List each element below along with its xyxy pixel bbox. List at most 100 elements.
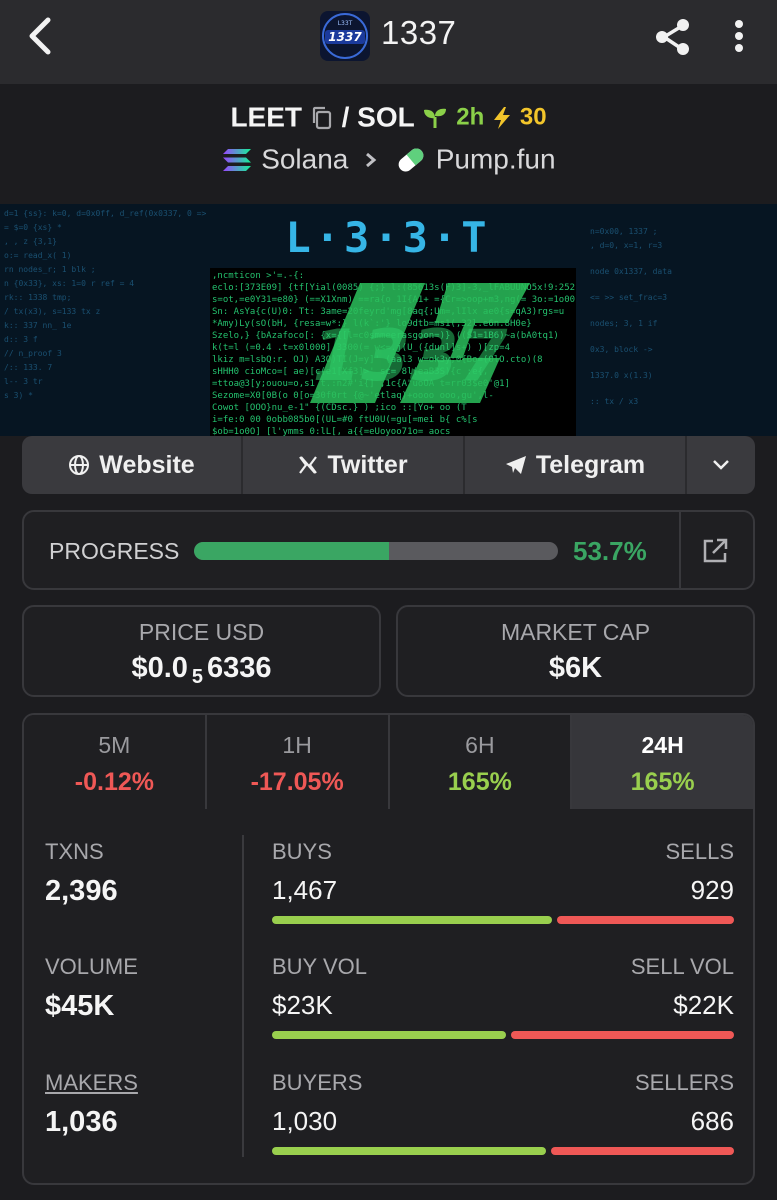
svg-text:,ncmticon >'=.-{:: ,ncmticon >'=.-{: xyxy=(212,271,304,281)
telegram-button[interactable]: Telegram xyxy=(465,436,687,494)
telegram-label: Telegram xyxy=(535,450,646,479)
svg-text:i=fe:0 00 0obb085b0[(UL=#0 ft: i=fe:0 00 0obb085b0[(UL=#0 ftU0U(=gu[=me… xyxy=(212,415,478,425)
price-change: -0.12% xyxy=(74,768,154,796)
tab-24h[interactable]: 24H 165% xyxy=(572,715,753,809)
tab-6h[interactable]: 6H 165% xyxy=(389,715,573,809)
makers-stat[interactable]: MAKERS 1,036 xyxy=(45,1070,138,1139)
chain-breadcrumb: Solana Pump.fun xyxy=(0,142,777,182)
tab-1h[interactable]: 1H -17.05% xyxy=(206,715,390,809)
expand-socials-button[interactable] xyxy=(687,436,755,494)
sell-vol-value: $22K xyxy=(673,990,734,1020)
svg-text:, , z {3,1}: , , z {3,1} xyxy=(4,237,57,246)
volume-value: $45K xyxy=(45,990,115,1022)
pill-icon xyxy=(398,148,424,172)
website-button[interactable]: Website xyxy=(22,436,243,494)
price-value: $0.0 5 6336 xyxy=(24,652,379,689)
svg-text:// n_proof 3: // n_proof 3 xyxy=(4,349,62,358)
chevron-left-icon xyxy=(29,17,51,55)
txns-label: TXNS xyxy=(45,839,104,864)
svg-text:1337.0 x(1.3): 1337.0 x(1.3) xyxy=(590,371,653,380)
progress-bar xyxy=(194,542,558,560)
svg-text:0x3, block ->: 0x3, block -> xyxy=(590,345,653,354)
market-cap-value: $6K xyxy=(548,652,603,684)
svg-text:Cowot [OOO}nu_e-1" {(CDsc.}: Cowot [OOO}nu_e-1" {(CDsc.} ) ;ico ::[Yo… xyxy=(212,403,467,413)
sellers-label: SELLERS xyxy=(634,1070,734,1095)
svg-text:d:: 3 f: d:: 3 f xyxy=(4,335,38,344)
price-zero-count: 5 xyxy=(191,666,204,688)
external-link-icon xyxy=(703,538,728,563)
svg-text::: tx / x3: :: tx / x3 xyxy=(590,397,638,406)
solana-icon xyxy=(223,148,252,171)
svg-text:s 3) *: s 3) * xyxy=(4,391,33,400)
chevron-right-icon xyxy=(366,152,377,167)
makers-value: 1,036 xyxy=(45,1106,118,1138)
buyers-sellers-bar xyxy=(272,1147,734,1155)
pair-age: 2h xyxy=(456,103,485,131)
makers-label[interactable]: MAKERS xyxy=(45,1070,138,1096)
banner-title: L·3·3·T xyxy=(285,213,490,262)
back-button[interactable] xyxy=(22,14,62,58)
market-cap-card: MARKET CAP $6K xyxy=(396,605,755,697)
price-digits: 6336 xyxy=(207,652,272,684)
svg-text:l-- 3 tr: l-- 3 tr xyxy=(4,377,43,386)
market-cap-label: MARKET CAP xyxy=(500,619,651,645)
share-button[interactable] xyxy=(648,12,698,62)
price-prefix: $0.0 xyxy=(131,652,188,684)
svg-text:= $=0 {xs} *: = $=0 {xs} * xyxy=(4,223,62,232)
divider xyxy=(242,835,244,1157)
txns-value: 2,396 xyxy=(45,875,118,907)
volume-split-bar xyxy=(272,1031,734,1039)
sellers-value: 686 xyxy=(690,1106,734,1136)
progress-fill xyxy=(194,542,390,560)
sellers-bar xyxy=(551,1147,734,1155)
svg-text:k:: 337 nn_ 1e: k:: 337 nn_ 1e xyxy=(4,321,72,330)
lightning-icon xyxy=(494,106,511,129)
svg-text:$ob=1o0O] [l'ymms 0:lL[, a{{: $ob=1o0O] [l'ymms 0:lL[, a{{=eUoyoo71o= … xyxy=(212,427,450,436)
token-banner: d=1 {ss}: k=0, d=0x0ff, d_ref(0x0337, 0 … xyxy=(0,204,777,436)
svg-text:/:: 133. 7: /:: 133. 7 xyxy=(4,363,52,372)
buyers-sellers-stat: BUYERS SELLERS 1,030 686 xyxy=(272,1070,734,1155)
buys-bar xyxy=(272,916,552,924)
copy-icon[interactable] xyxy=(310,105,334,131)
volume-stat: VOLUME $45K xyxy=(45,954,138,1023)
sells-label: SELLS xyxy=(665,839,735,864)
svg-text:rn nodes_r; 1 blk ;: rn nodes_r; 1 blk ; xyxy=(4,265,96,274)
buys-sells-stat: BUYS SELLS 1,467 929 xyxy=(272,839,734,924)
dex-name[interactable]: Pump.fun xyxy=(436,144,556,175)
banner-code-panel: ,ncmticon >'=.-{: eclo:[373E09] {tf[Yial… xyxy=(210,268,576,436)
tab-label: 1H xyxy=(282,732,312,758)
txns-stat: TXNS 2,396 xyxy=(45,839,118,908)
svg-text:nodes; 3, 1 if: nodes; 3, 1 if xyxy=(590,319,658,328)
logo-brand-text: L33T xyxy=(338,20,353,27)
chain-name[interactable]: Solana xyxy=(261,144,348,175)
svg-text:rk:: 1338 tmp;: rk:: 1338 tmp; xyxy=(4,293,71,302)
tab-label: 5M xyxy=(98,732,131,758)
social-links-bar: Website Twitter Telegram xyxy=(22,436,755,494)
twitter-button[interactable]: Twitter xyxy=(243,436,465,494)
token-logo: L33T 1337 xyxy=(320,11,370,61)
quote-symbol: SOL xyxy=(357,101,415,133)
buy-vol-value: $23K xyxy=(272,990,333,1020)
top-bar: L33T 1337 1337 xyxy=(0,0,777,84)
price-label: PRICE USD xyxy=(138,619,265,645)
buyers-label: BUYERS xyxy=(272,1070,363,1095)
sprout-icon xyxy=(424,108,447,128)
svg-text:/ tx(x3), s=133 tx z: / tx(x3), s=133 tx z xyxy=(4,307,101,316)
tab-label: 24H xyxy=(641,732,684,758)
sells-value: 929 xyxy=(690,875,734,905)
globe-icon xyxy=(69,455,90,475)
svg-text:n {0x33}, xs: 1=0 r ref = 4: n {0x33}, xs: 1=0 r ref = 4 xyxy=(4,279,134,288)
page-title: 1337 xyxy=(381,14,457,51)
svg-text:n=0x00, 1337 ;: n=0x00, 1337 ; xyxy=(590,227,657,236)
banner-overlay-text: 1337 xyxy=(313,315,508,397)
price-usd-card: PRICE USD $0.0 5 6336 xyxy=(22,605,381,697)
price-change: -17.05% xyxy=(250,768,344,796)
svg-text:node 0x1337, data: node 0x1337, data xyxy=(590,267,672,276)
base-symbol: LEET xyxy=(230,101,303,133)
sell-vol-bar xyxy=(510,1031,734,1039)
tab-5m[interactable]: 5M -0.12% xyxy=(24,715,207,809)
more-options-button[interactable] xyxy=(722,12,756,62)
open-external-button[interactable] xyxy=(700,536,730,566)
pair-header: LEET / SOL 2h 30 xyxy=(0,100,777,140)
timeframe-tabs: 5M -0.12% 1H -17.05% 6H 165% 24H 165% xyxy=(22,713,755,809)
